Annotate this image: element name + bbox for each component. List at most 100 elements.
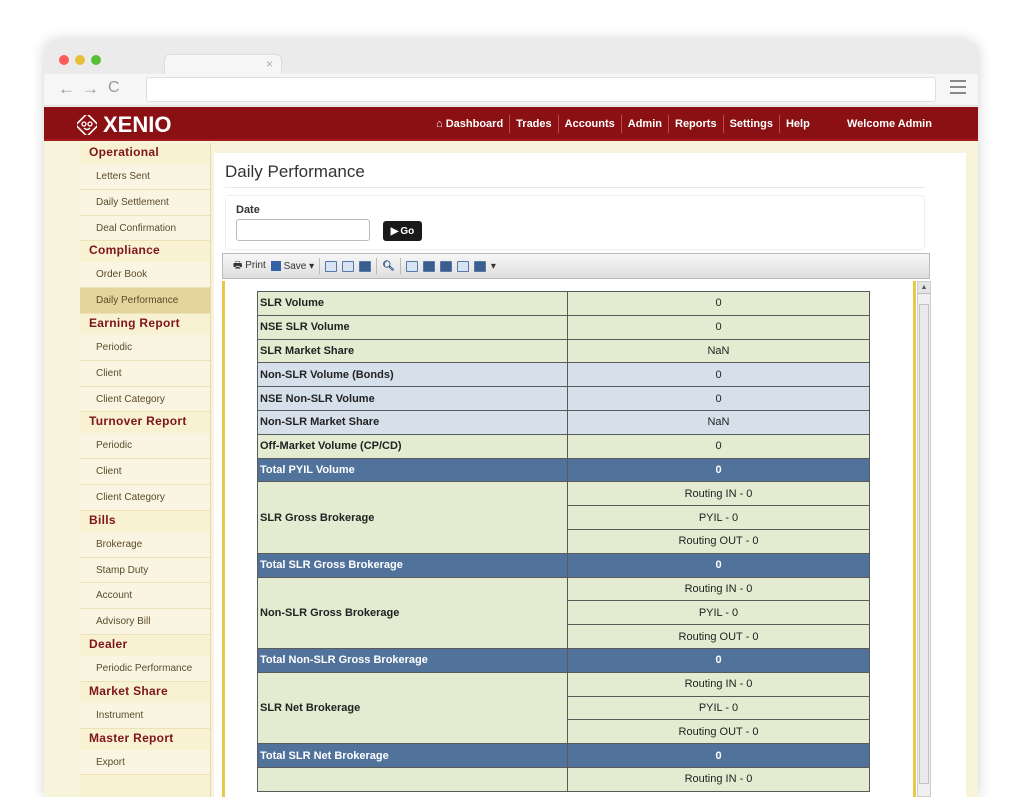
find-icon[interactable]: 🔍︎ <box>382 261 395 272</box>
print-button[interactable]: 🖶 Print <box>233 258 266 275</box>
row-value: Routing IN - 0 <box>567 766 870 792</box>
previous-page-icon[interactable] <box>422 260 435 272</box>
row-value: Routing OUT - 0 <box>567 624 870 649</box>
sidebar-item-periodic[interactable]: Periodic <box>80 433 210 460</box>
window-controls <box>59 55 101 65</box>
sidebar-item-account[interactable]: Account <box>80 583 210 610</box>
go-button[interactable]: ▶ Go <box>383 221 422 241</box>
row-value: 0 <box>567 743 870 768</box>
table-row: SLR Volume 0 <box>257 291 870 316</box>
sidebar-item-instrument[interactable]: Instrument <box>80 702 210 729</box>
back-arrow-icon[interactable]: ← <box>58 79 75 99</box>
nav-dashboard[interactable]: ⌂ Dashboard <box>430 115 509 133</box>
sidebar-section-heading: Earning Report <box>89 315 180 330</box>
forward-arrow-icon[interactable]: → <box>82 79 99 99</box>
floppy-disk-icon <box>270 260 281 271</box>
sidebar-item-order-book[interactable]: Order Book <box>80 262 210 289</box>
page-title: Daily Performance <box>225 162 365 181</box>
sidebar-item-export[interactable]: Export <box>80 749 210 776</box>
scroll-up-icon[interactable]: ▲ <box>918 282 930 294</box>
browser-window: × ← → C XENIO ⌂ Dashboard Trades Accounts A… <box>44 40 978 797</box>
nav-label: Dashboard <box>445 118 504 130</box>
table-row: SLR Gross Brokerage Routing IN - 0 <box>257 481 870 554</box>
row-value: PYIL - 0 <box>567 600 870 626</box>
first-page-icon[interactable] <box>405 260 418 272</box>
sidebar-item-client-category[interactable]: Client Category <box>80 484 210 511</box>
nav-label: Reports <box>675 118 717 130</box>
report-viewer: SLR Volume 0 NSE SLR Volume 0 SLR Market Sha… <box>222 281 916 797</box>
sidebar-item-stamp-duty[interactable]: Stamp Duty <box>80 557 210 584</box>
zoom-icon[interactable] <box>473 260 486 272</box>
nav-admin[interactable]: Admin <box>620 115 668 133</box>
sidebar-section-heading: Compliance <box>89 243 161 258</box>
date-input[interactable] <box>236 219 370 241</box>
row-label: SLR Market Share <box>257 338 568 364</box>
row-label: Total Non-SLR Gross Brokerage <box>257 647 568 673</box>
row-value: 0 <box>567 291 870 316</box>
browser-menu-icon[interactable] <box>950 80 966 98</box>
sidebar-item-client[interactable]: Client <box>80 459 210 485</box>
help-icon[interactable] <box>342 260 355 272</box>
row-value: NaN <box>567 409 870 435</box>
close-icon[interactable]: × <box>266 57 273 71</box>
table-row: Total SLR Net Brokerage 0 <box>257 743 870 768</box>
minimize-window-button[interactable] <box>75 55 85 65</box>
sidebar-item-brokerage[interactable]: Brokerage <box>80 531 210 558</box>
row-value: PYIL - 0 <box>567 505 870 530</box>
last-page-icon[interactable] <box>456 260 469 272</box>
nav-label: Accounts <box>564 118 615 130</box>
sidebar-item-letters-sent[interactable]: Letters Sent <box>80 164 210 190</box>
save-button[interactable]: Save ▾ <box>270 260 314 272</box>
row-label: NSE Non-SLR Volume <box>257 386 568 411</box>
sidebar-item-deal-confirmation[interactable]: Deal Confirmation <box>80 215 210 242</box>
sidebar-item-client-category[interactable]: Client Category <box>80 386 210 413</box>
row-label: Non-SLR Market Share <box>257 409 568 435</box>
row-value: Routing OUT - 0 <box>567 528 870 554</box>
row-value: Routing OUT - 0 <box>567 719 870 745</box>
reload-icon[interactable]: C <box>108 79 120 97</box>
sidebar-section-heading: Operational <box>89 145 159 159</box>
sidebar-item-periodic[interactable]: Periodic <box>80 334 210 361</box>
sidebar-item-advisory-bill[interactable]: Advisory Bill <box>80 609 210 635</box>
sidebar-item-periodic-performance[interactable]: Periodic Performance <box>80 655 210 682</box>
row-label: NSE SLR Volume <box>257 314 568 340</box>
logo-icon <box>77 115 97 135</box>
nav-reports[interactable]: Reports <box>668 115 723 133</box>
page-setup-icon[interactable] <box>325 260 338 272</box>
table-row: Routing IN - 0 <box>257 766 870 792</box>
print-label: Print <box>245 259 266 271</box>
nav-help[interactable]: Help <box>778 115 816 133</box>
browser-toolbar: ← → C <box>44 74 978 106</box>
save-label: Save <box>283 260 307 272</box>
nav-label: Settings <box>729 118 773 130</box>
table-row: Total PYIL Volume 0 <box>257 457 870 483</box>
close-window-button[interactable] <box>59 55 69 65</box>
sidebar-item-daily-settlement[interactable]: Daily Settlement <box>80 189 210 216</box>
row-value: 0 <box>567 433 870 459</box>
sidebar: Operational Letters Sent Daily Settlement D… <box>80 143 211 797</box>
nav-settings[interactable]: Settings <box>722 115 779 133</box>
table-row: Non-SLR Market Share NaN <box>257 409 870 435</box>
sidebar-item-client[interactable]: Client <box>80 360 210 387</box>
browser-tab[interactable]: × <box>164 54 282 76</box>
row-value: 0 <box>567 386 870 411</box>
layout-icon[interactable] <box>359 260 372 272</box>
row-label: Non-SLR Gross Brokerage <box>257 576 568 649</box>
chevron-down-icon[interactable]: ▾ <box>491 261 496 272</box>
table-row: NSE Non-SLR Volume 0 <box>257 386 870 411</box>
maximize-window-button[interactable] <box>91 55 101 65</box>
next-page-icon[interactable] <box>439 260 452 272</box>
date-label: Date <box>236 204 260 216</box>
nav-accounts[interactable]: Accounts <box>557 115 621 133</box>
table-row: Non-SLR Volume (Bonds) 0 <box>257 362 870 388</box>
app-logo[interactable]: XENIO <box>77 112 171 138</box>
row-label: Total PYIL Volume <box>257 457 568 483</box>
scrollbar-thumb[interactable] <box>919 304 929 784</box>
report-scrollbar[interactable]: ▲ <box>917 281 931 797</box>
row-value: 0 <box>567 362 870 388</box>
row-value: Routing IN - 0 <box>567 671 870 697</box>
sidebar-item-daily-performance[interactable]: Daily Performance <box>80 288 210 314</box>
address-bar[interactable] <box>146 77 936 102</box>
nav-trades[interactable]: Trades <box>509 115 557 133</box>
table-row: SLR Market Share NaN <box>257 338 870 364</box>
